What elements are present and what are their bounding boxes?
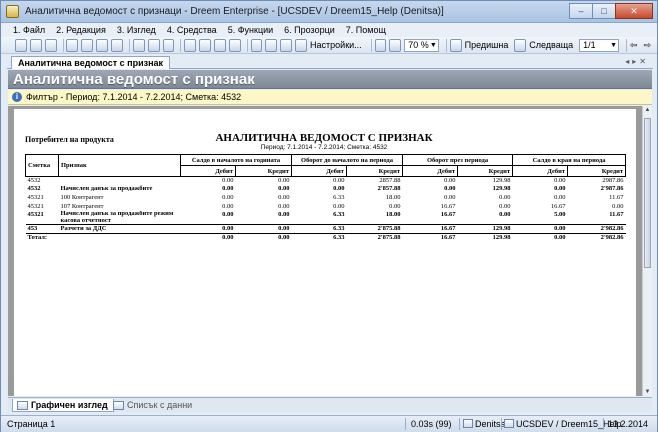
col-group-turnover-period: Оборот през периода xyxy=(402,154,514,166)
col-credit: Кредит xyxy=(345,165,404,177)
table-row: 45321 100 Контрагент 0.00 0.00 6.33 18.0… xyxy=(27,193,624,201)
report-viewer: Потребител на продукта АНАЛИТИЧНА ВЕДОМО… xyxy=(8,106,652,396)
table-row: 4532 Начислен данък за продажбите 0.00 0… xyxy=(27,185,624,193)
next-page-icon xyxy=(514,38,527,52)
menu-file[interactable]: 1. Файл xyxy=(13,25,45,35)
refresh-icon[interactable] xyxy=(213,38,226,52)
menu-edit[interactable]: 2. Редакция xyxy=(56,25,106,35)
report-title: АНАЛИТИЧНА ВЕДОМОСТ С ПРИЗНАК xyxy=(215,132,433,144)
report-consumer: Потребител на продукта xyxy=(25,135,114,144)
database-icon xyxy=(504,419,514,428)
print-icon[interactable] xyxy=(132,38,145,52)
col-credit: Кредит xyxy=(567,165,627,177)
open-icon[interactable] xyxy=(29,38,42,52)
table-row-total: Тотал: 0.00 0.00 6.33 2'875.88 16.67 129… xyxy=(25,232,626,243)
table-row: 4532 0.00 0.00 0.00 2857.88 0.00 129.98 … xyxy=(25,176,626,186)
page-title: Аналитична ведомост с признак xyxy=(13,71,255,88)
form-icon[interactable] xyxy=(184,38,197,52)
vertical-scrollbar[interactable]: ▲ ▼ xyxy=(642,106,652,396)
status-user: Denitsa xyxy=(463,419,506,429)
report-page: Потребител на продукта АНАЛИТИЧНА ВЕДОМО… xyxy=(14,109,636,396)
chevron-down-icon: ▼ xyxy=(429,41,437,49)
close-button[interactable]: ✕ xyxy=(615,3,653,19)
status-page: Страница 1 xyxy=(7,419,56,429)
col-account: Сметка xyxy=(25,154,59,177)
report-table: Сметка Признак Салдо в началото на годин… xyxy=(25,154,627,243)
menu-bar: 1. Файл 2. Редакция 3. Изглед 4. Средств… xyxy=(1,23,657,37)
list-icon[interactable] xyxy=(280,38,293,52)
col-group-end: Салдо в края на периода xyxy=(512,154,627,166)
grid-icon[interactable] xyxy=(265,38,278,52)
app-icon xyxy=(6,5,19,18)
previous-page-icon xyxy=(449,38,462,52)
previous-page-button[interactable]: Предишна xyxy=(465,40,509,50)
page-select[interactable]: 1/1 ▼ xyxy=(579,38,620,52)
document-tabs: Аналитична ведомост с признак ◂▸✕ xyxy=(7,55,653,69)
scroll-thumb[interactable] xyxy=(644,118,651,268)
menu-tools[interactable]: 4. Средства xyxy=(167,25,217,35)
next-page-button[interactable]: Следваща xyxy=(529,40,573,50)
title-bar: Аналитична ведомост с признаци - Dreem E… xyxy=(1,1,657,23)
settings-button[interactable]: Настройки... xyxy=(310,40,362,50)
data-list-icon xyxy=(113,401,124,410)
col-debit: Дебит xyxy=(512,165,569,177)
menu-functions[interactable]: 5. Функции xyxy=(228,25,273,35)
info-icon: i xyxy=(12,92,22,102)
maximize-button[interactable]: □ xyxy=(592,3,616,19)
graphic-view-icon xyxy=(17,401,28,410)
col-debit: Дебит xyxy=(291,165,347,177)
cut-icon[interactable] xyxy=(66,38,79,52)
tab-analytical-sheet[interactable]: Аналитична ведомост с признак xyxy=(11,56,171,69)
scroll-up-icon[interactable]: ▲ xyxy=(644,107,651,113)
user-icon xyxy=(463,419,473,428)
window-title: Аналитична ведомост с признаци - Dreem E… xyxy=(25,6,444,17)
col-group-start: Салдо в началото на годината xyxy=(180,154,292,166)
scroll-down-icon[interactable]: ▼ xyxy=(644,389,651,395)
function-icon[interactable] xyxy=(228,38,241,52)
status-date: 13.2.2014 xyxy=(608,419,649,429)
view-tabs: Графичен изглед Списък с данни xyxy=(8,397,652,412)
app-window: Аналитична ведомост с признаци - Dreem E… xyxy=(0,0,658,432)
new-icon[interactable] xyxy=(15,38,27,52)
chevron-down-icon: ▼ xyxy=(610,41,618,49)
status-bar: Страница 1 0.03s (99) Denitsa UCSDEV / D… xyxy=(1,415,657,432)
zoom-in-icon[interactable] xyxy=(374,38,387,52)
table-row-subtotal: 453 Разчети за ДДС 0.00 0.00 6.33 2'875.… xyxy=(25,224,626,234)
menu-windows[interactable]: 6. Прозорци xyxy=(284,25,335,35)
zoom-out-icon[interactable] xyxy=(389,38,402,52)
filter-text: Филтър - Период: 7.1.2014 - 7.2.2014; См… xyxy=(26,92,242,102)
tab-data-list[interactable]: Списък с данни xyxy=(109,399,197,412)
find-icon[interactable] xyxy=(162,38,175,52)
col-feature: Признак xyxy=(58,154,181,177)
filter-bar: i Филтър - Период: 7.1.2014 - 7.2.2014; … xyxy=(8,90,652,105)
col-credit: Кредит xyxy=(457,165,514,177)
copy-icon[interactable] xyxy=(81,38,94,52)
col-group-turnover-start: Оборот до началото на периода xyxy=(290,154,404,166)
report-header: Аналитична ведомост с признак xyxy=(8,70,652,89)
columns-icon[interactable] xyxy=(250,38,263,52)
save-icon[interactable] xyxy=(44,38,57,52)
col-debit: Дебит xyxy=(180,165,236,177)
forward-arrow-icon[interactable]: ⇨ xyxy=(644,40,652,51)
table-row: 45321 107 Контрагент 0.00 0.00 0.00 0.00… xyxy=(27,202,624,210)
back-arrow-icon[interactable]: ⇦ xyxy=(630,40,638,51)
print-preview-icon[interactable] xyxy=(147,38,160,52)
minimize-button[interactable]: – xyxy=(569,3,593,19)
delete-icon[interactable] xyxy=(111,38,123,52)
filter-icon[interactable] xyxy=(199,38,211,52)
menu-view[interactable]: 3. Изглед xyxy=(117,25,156,35)
col-credit: Кредит xyxy=(235,165,292,177)
toolbar: Настройки... 70 % ▼ Предишна Следваща 1/1… xyxy=(1,37,657,54)
report-subtitle: Период: 7.1.2014 - 7.2.2014; Сметка: 453… xyxy=(260,144,388,151)
tab-graphic-view[interactable]: Графичен изглед xyxy=(12,399,114,412)
settings-book-icon xyxy=(295,38,308,52)
col-debit: Дебит xyxy=(402,165,459,177)
zoom-select[interactable]: 70 % ▼ xyxy=(404,38,439,52)
tab-controls[interactable]: ◂▸✕ xyxy=(625,57,649,66)
menu-help[interactable]: 7. Помощ xyxy=(346,25,386,35)
paste-icon[interactable] xyxy=(96,38,109,52)
status-time: 0.03s (99) xyxy=(411,419,452,429)
table-row: 45321 Начислен данък за продажбите режим… xyxy=(27,211,624,224)
